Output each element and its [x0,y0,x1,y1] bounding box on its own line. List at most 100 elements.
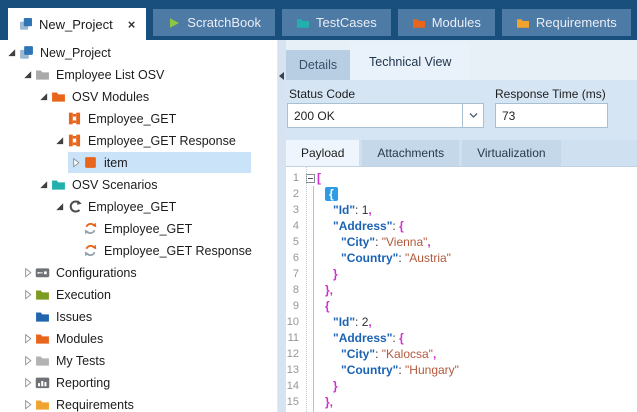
tree-item-label: Modules [56,332,103,346]
folder-icon [516,16,530,30]
status-code-label: Status Code [289,87,355,101]
code-line[interactable]: 5"City": "Vienna", [286,234,637,250]
window-tab-requirements[interactable]: Requirements [502,9,631,36]
tree-item-my-tests[interactable]: My Tests [0,350,251,372]
folder-icon [35,331,50,346]
tree-item-label: Employee_GET Response [104,244,252,258]
tree-item-osv-scenarios[interactable]: OSV Scenarios [0,174,251,196]
code-line[interactable]: 1[ [286,170,637,186]
expander-placeholder [20,310,34,324]
tree-item-label: OSV Scenarios [72,178,157,192]
line-number: 12 [286,346,303,362]
expander-icon[interactable] [20,68,34,82]
tree-item-label: My Tests [56,354,105,368]
response-time-input[interactable] [495,103,608,128]
tree-item-issues[interactable]: Issues [0,306,251,328]
tree-item-requirements[interactable]: Requirements [0,394,251,412]
line-number: 9 [286,298,303,314]
code-line[interactable]: 14} [286,378,637,394]
collapse-panel-icon[interactable] [279,72,284,80]
tree-item-execution[interactable]: Execution [0,284,251,306]
expander-icon[interactable] [68,156,82,170]
code-line[interactable]: 12 "City": "Kalocsa", [286,346,637,362]
folder-icon [35,309,50,324]
tree-item-employee-get-response[interactable]: Employee_GET Response [0,130,251,152]
tree-item-label: Execution [56,288,111,302]
expander-icon[interactable] [20,376,34,390]
line-number: 11 [286,330,303,346]
tree-item-item[interactable]: item [0,152,251,174]
folder-icon [35,287,50,302]
payload-code-editor[interactable]: 1[2{3 "Id": 1,4"Address": {5"City": "Vien… [286,167,637,412]
project-window-icon [19,17,33,31]
folder-icon [35,353,50,368]
code-text: }, [317,394,333,410]
tree-item-employee-get-response[interactable]: Employee_GET Response [0,240,251,262]
code-text: { [317,186,338,202]
window-tab-label: Modules [432,15,481,30]
code-line[interactable]: 7} [286,266,637,282]
code-text: "City": "Kalocsa", [317,346,436,362]
line-number: 3 [286,202,303,218]
response-panel: DetailsTechnical View Status Code 200 OK… [286,40,637,412]
window-tab-scratchbook[interactable]: ScratchBook [153,9,275,36]
code-line[interactable]: 11"Address": { [286,330,637,346]
code-text: [ [317,170,321,186]
expander-icon[interactable] [36,178,50,192]
code-line[interactable]: 3 "Id": 1, [286,202,637,218]
chevron-down-icon[interactable] [462,104,483,127]
status-code-select[interactable]: 200 OK [287,103,484,128]
code-text: "Address": { [317,218,404,234]
project-tree: New_ProjectEmployee List OSVOSV Modules E… [0,40,278,412]
window-tab-new-project[interactable]: New_Project× [8,8,146,40]
tab-details[interactable]: Details [286,50,350,80]
tab-attachments[interactable]: Attachments [362,140,459,166]
tree-item-new-project[interactable]: New_Project [0,42,251,64]
window-tab-testcases[interactable]: TestCases [282,9,391,36]
tree-item-modules[interactable]: Modules [0,328,251,350]
response-time-label: Response Time (ms) [495,87,606,101]
tab-virtualization[interactable]: Virtualization [462,140,560,166]
expander-placeholder [68,222,82,236]
tree-item-employee-get[interactable]: Employee_GET [0,196,251,218]
expander-icon[interactable] [20,332,34,346]
code-line[interactable]: 15}, [286,394,637,410]
expander-icon[interactable] [20,398,34,412]
code-line[interactable]: 10"Id": 2, [286,314,637,330]
response-form: Status Code 200 OK Response Time (ms) [286,80,637,140]
expander-icon[interactable] [36,90,50,104]
tree-item-label: Employee_GET Response [88,134,236,148]
line-number: 13 [286,362,303,378]
tree-item-label: Employee_GET [88,112,176,126]
tree-item-employee-list-osv[interactable]: Employee List OSV [0,64,251,86]
close-icon[interactable]: × [128,18,136,31]
code-line[interactable]: 2{ [286,186,637,202]
code-line[interactable]: 6"Country": "Austria" [286,250,637,266]
tree-item-employee-get[interactable]: Employee_GET [0,108,251,130]
gutter-separator [306,167,307,412]
tab-payload[interactable]: Payload [286,140,359,166]
expander-icon[interactable] [20,266,34,280]
code-line[interactable]: 4"Address": { [286,218,637,234]
tree-item-configurations[interactable]: Configurations [0,262,251,284]
tree-item-reporting[interactable]: Reporting [0,372,251,394]
code-line[interactable]: 13"Country": "Hungary" [286,362,637,378]
line-number: 15 [286,394,303,410]
panel-splitter[interactable] [278,40,286,412]
expander-icon[interactable] [20,354,34,368]
expander-icon[interactable] [52,134,66,148]
tree-item-osv-modules[interactable]: OSV Modules [0,86,251,108]
code-text: "City": "Vienna", [317,234,431,250]
code-text: "Id": 1, [317,202,372,218]
expander-icon[interactable] [4,46,18,60]
tree-item-employee-get[interactable]: Employee_GET [0,218,251,240]
expander-icon[interactable] [20,288,34,302]
window-tab-modules[interactable]: Modules [398,9,495,36]
code-line[interactable]: 9{ [286,298,637,314]
code-text: }, [317,282,333,298]
tab-technical-view[interactable]: Technical View [350,44,470,80]
application-window: New_Project×ScratchBookTestCasesModulesR… [0,0,637,412]
code-text: } [317,378,338,394]
code-line[interactable]: 8}, [286,282,637,298]
expander-icon[interactable] [52,200,66,214]
